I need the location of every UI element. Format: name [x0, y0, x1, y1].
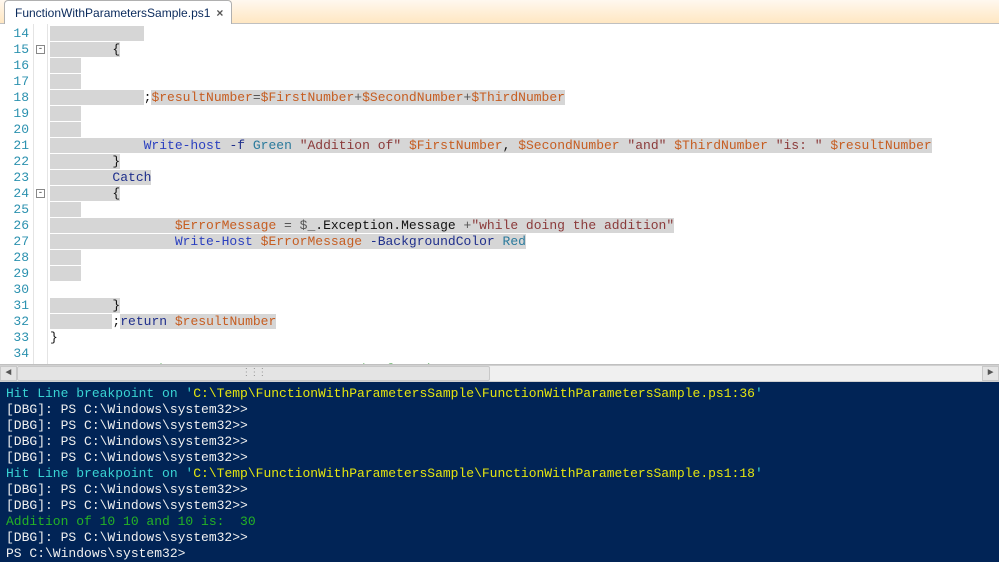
line-number: 30 — [2, 282, 29, 298]
code-line[interactable]: Catch — [50, 170, 999, 186]
code-line[interactable]: #Parameters - how to pass parameter to t… — [50, 362, 999, 364]
code-line[interactable]: } — [50, 330, 999, 346]
code-line[interactable]: ;$resultNumber=$FirstNumber+$SecondNumbe… — [50, 90, 999, 106]
console-line: [DBG]: PS C:\Windows\system32>> — [6, 434, 993, 450]
code-line[interactable]: Write-Host $ErrorMessage -BackgroundColo… — [50, 234, 999, 250]
code-line[interactable] — [50, 74, 999, 90]
console-line: PS C:\Windows\system32> — [6, 546, 993, 562]
tab-file[interactable]: FunctionWithParametersSample.ps1 × — [4, 0, 232, 24]
line-number: 16 — [2, 58, 29, 74]
scroll-thumb[interactable] — [17, 366, 490, 381]
code-line[interactable]: { — [50, 42, 999, 58]
line-number: 29 — [2, 266, 29, 282]
code-line[interactable]: Write-host -f Green "Addition of" $First… — [50, 138, 999, 154]
code-line[interactable] — [50, 26, 999, 42]
horizontal-scrollbar[interactable]: ◄ ► — [0, 365, 999, 382]
code-line[interactable] — [50, 202, 999, 218]
code-line[interactable]: $ErrorMessage = $_.Exception.Message +"w… — [50, 218, 999, 234]
editor-area: 1415161718192021222324252627282930313233… — [0, 24, 999, 382]
console-line: Addition of 10 10 and 10 is: 30 — [6, 514, 993, 530]
fold-column[interactable]: -- — [34, 24, 48, 364]
fold-toggle-icon[interactable]: - — [36, 45, 45, 54]
line-number: 27 — [2, 234, 29, 250]
scroll-track[interactable] — [17, 366, 982, 381]
code-line[interactable] — [50, 346, 999, 362]
code-content[interactable]: { ;$resultNumber=$FirstNumber+$SecondNum… — [48, 24, 999, 364]
code-line[interactable] — [50, 58, 999, 74]
scroll-left-arrow-icon[interactable]: ◄ — [0, 366, 17, 381]
console-line: [DBG]: PS C:\Windows\system32>> — [6, 530, 993, 546]
line-number: 15 — [2, 42, 29, 58]
console-line: [DBG]: PS C:\Windows\system32>> — [6, 418, 993, 434]
code-line[interactable] — [50, 266, 999, 282]
code-line[interactable]: } — [50, 154, 999, 170]
line-number: 26 — [2, 218, 29, 234]
line-number: 21 — [2, 138, 29, 154]
line-number: 23 — [2, 170, 29, 186]
tab-filename: FunctionWithParametersSample.ps1 — [15, 6, 210, 20]
console-line: Hit Line breakpoint on 'C:\Temp\Function… — [6, 386, 993, 402]
line-number: 32 — [2, 314, 29, 330]
code-line[interactable] — [50, 250, 999, 266]
console-pane[interactable]: Hit Line breakpoint on 'C:\Temp\Function… — [0, 382, 999, 562]
console-line: [DBG]: PS C:\Windows\system32>> — [6, 402, 993, 418]
line-number: 14 — [2, 26, 29, 42]
line-number: 19 — [2, 106, 29, 122]
line-number: 34 — [2, 346, 29, 362]
line-number: 17 — [2, 74, 29, 90]
fold-toggle-icon[interactable]: - — [36, 189, 45, 198]
line-number: 20 — [2, 122, 29, 138]
code-line[interactable]: ;return $resultNumber — [50, 314, 999, 330]
code-line[interactable]: { — [50, 186, 999, 202]
console-line: [DBG]: PS C:\Windows\system32>> — [6, 498, 993, 514]
line-number: 22 — [2, 154, 29, 170]
line-number: 33 — [2, 330, 29, 346]
code-line[interactable] — [50, 122, 999, 138]
console-line: Hit Line breakpoint on 'C:\Temp\Function… — [6, 466, 993, 482]
code-editor[interactable]: 1415161718192021222324252627282930313233… — [0, 24, 999, 365]
code-line[interactable] — [50, 282, 999, 298]
code-line[interactable]: } — [50, 298, 999, 314]
scroll-right-arrow-icon[interactable]: ► — [982, 366, 999, 381]
console-line: [DBG]: PS C:\Windows\system32>> — [6, 450, 993, 466]
code-line[interactable] — [50, 106, 999, 122]
console-line: [DBG]: PS C:\Windows\system32>> — [6, 482, 993, 498]
tab-bar: FunctionWithParametersSample.ps1 × — [0, 0, 999, 24]
line-number-gutter: 1415161718192021222324252627282930313233… — [0, 24, 34, 364]
line-number: 28 — [2, 250, 29, 266]
line-number: 18 — [2, 90, 29, 106]
close-icon[interactable]: × — [216, 7, 223, 19]
line-number: 24 — [2, 186, 29, 202]
line-number: 25 — [2, 202, 29, 218]
line-number: 31 — [2, 298, 29, 314]
